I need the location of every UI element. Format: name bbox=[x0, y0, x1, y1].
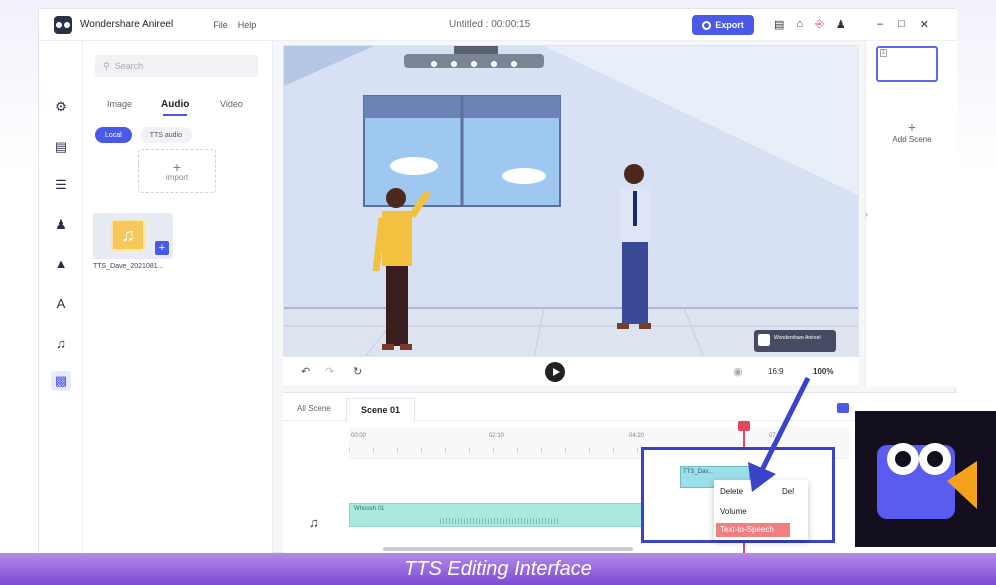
export-icon bbox=[702, 20, 712, 30]
account-icon[interactable]: ♟ bbox=[836, 18, 846, 31]
delete-shortcut: Del bbox=[782, 487, 795, 496]
cart-icon[interactable]: ⎆ bbox=[815, 18, 824, 31]
audio-waveform bbox=[440, 518, 560, 524]
timeline-scrollbar[interactable] bbox=[383, 547, 633, 551]
export-button[interactable]: Export bbox=[692, 15, 754, 35]
tts-clip-label: TTS_Dav... bbox=[683, 469, 713, 475]
add-asset-button[interactable]: + bbox=[155, 241, 169, 255]
library-panel: ⚲ Search Image Audio Video Local TTS aud… bbox=[83, 41, 273, 554]
add-scene-button[interactable]: + Add Scene bbox=[866, 119, 958, 144]
search-input[interactable]: ⚲ Search bbox=[95, 55, 258, 77]
preview-stage[interactable]: Wondershare Anireel bbox=[283, 45, 859, 357]
audio-clip[interactable]: Whoosh 01 bbox=[349, 503, 649, 527]
scene-icon[interactable]: ▤ bbox=[51, 137, 71, 157]
chip-local[interactable]: Local bbox=[95, 127, 132, 143]
audio-clip-label: Whoosh 01 bbox=[354, 506, 385, 512]
camera-icon[interactable]: ◉ bbox=[733, 365, 743, 378]
replay-icon[interactable]: ↻ bbox=[353, 365, 362, 378]
fit-timeline-icon[interactable] bbox=[837, 403, 849, 413]
ruler-label: 00:00 bbox=[351, 433, 367, 439]
app-logo-icon bbox=[54, 15, 72, 34]
character-right bbox=[617, 164, 651, 329]
add-scene-label: Add Scene bbox=[892, 135, 932, 144]
background-icon[interactable]: ☰ bbox=[51, 175, 71, 195]
redo-icon[interactable]: ↷ bbox=[325, 365, 334, 378]
ruler-label: 02:10 bbox=[489, 433, 505, 439]
maximize-icon[interactable]: □ bbox=[898, 18, 905, 31]
audio-track-icon: ♫ bbox=[309, 515, 319, 530]
title-bar: Wondershare Anireel File Help Untitled :… bbox=[39, 9, 957, 41]
library-tabs: Image Audio Video bbox=[83, 99, 273, 116]
import-button[interactable]: + import bbox=[138, 149, 216, 193]
menu-help[interactable]: Help bbox=[238, 20, 257, 30]
import-label: import bbox=[165, 172, 189, 182]
ruler-label: 04:20 bbox=[629, 433, 645, 439]
highlight-box: TTS_Dav... Delete Del Volume Text-to-Spe… bbox=[641, 447, 835, 543]
search-placeholder: Search bbox=[114, 61, 144, 71]
text-icon[interactable]: A bbox=[51, 293, 71, 313]
document-title: Untitled : 00:00:15 bbox=[449, 19, 531, 30]
plus-icon: + bbox=[172, 158, 182, 175]
ruler-label: 07:... bbox=[769, 433, 783, 439]
home-icon[interactable]: ⌂ bbox=[796, 18, 803, 31]
stage-watermark: Wondershare Anireel bbox=[774, 335, 821, 341]
media-icon[interactable]: ▩ bbox=[51, 371, 71, 391]
music-icon[interactable]: ♫ bbox=[51, 333, 71, 353]
asset-name: TTS_Dave_2021081... bbox=[93, 263, 164, 270]
stage-scene-illustration bbox=[284, 46, 858, 356]
tab-scene-01[interactable]: Scene 01 bbox=[346, 398, 416, 422]
tab-image[interactable]: Image bbox=[107, 99, 132, 109]
tab-audio[interactable]: Audio bbox=[161, 99, 189, 116]
context-menu: Delete Del Volume Text-to-Speech bbox=[714, 480, 808, 540]
props-icon[interactable]: ▲ bbox=[51, 253, 71, 273]
play-button[interactable] bbox=[545, 362, 565, 382]
tab-all-scene[interactable]: All Scene bbox=[297, 404, 331, 413]
plus-icon: + bbox=[907, 119, 917, 135]
caption-banner: TTS Editing Interface bbox=[0, 553, 996, 585]
menu-item-text-to-speech[interactable]: Text-to-Speech bbox=[716, 523, 790, 537]
music-note-icon: ♫ bbox=[111, 219, 145, 251]
menu-item-volume[interactable]: Volume bbox=[720, 507, 747, 516]
aspect-ratio-select[interactable]: 16:9 bbox=[768, 367, 784, 376]
anireel-brand-logo bbox=[855, 411, 996, 547]
close-icon[interactable]: ✕ bbox=[920, 18, 929, 31]
zoom-level[interactable]: 100% bbox=[813, 367, 833, 376]
template-icon[interactable]: ⚙ bbox=[51, 97, 71, 117]
scene-number: 1 bbox=[880, 49, 888, 57]
menu-file[interactable]: File bbox=[213, 20, 228, 30]
search-icon: ⚲ bbox=[103, 60, 110, 71]
minimize-icon[interactable]: – bbox=[877, 18, 883, 31]
screenshot-frame: Wondershare Anireel File Help Untitled :… bbox=[0, 0, 996, 585]
tab-video[interactable]: Video bbox=[220, 99, 243, 109]
scene-panel: 1 + Add Scene bbox=[865, 41, 957, 387]
scene-thumbnail[interactable]: 1 bbox=[876, 46, 938, 82]
menu-item-delete[interactable]: Delete bbox=[720, 487, 743, 496]
save-icon[interactable]: ▤ bbox=[774, 18, 784, 31]
undo-icon[interactable]: ↶ bbox=[301, 365, 310, 378]
export-label: Export bbox=[715, 20, 744, 30]
stage-toolbar: ↶ ↷ ↻ ◉ 16:9 100% bbox=[283, 357, 859, 387]
app-name: Wondershare Anireel bbox=[80, 19, 174, 30]
chip-tts-audio[interactable]: TTS audio bbox=[139, 127, 193, 143]
audio-asset-thumbnail[interactable]: ♫ + bbox=[93, 213, 173, 259]
character-icon[interactable]: ♟ bbox=[51, 215, 71, 235]
left-icon-rail: ⚙ ▤ ☰ ♟ ▲ A ♫ ▩ bbox=[39, 41, 83, 554]
chevron-right-icon[interactable]: › bbox=[865, 209, 868, 219]
